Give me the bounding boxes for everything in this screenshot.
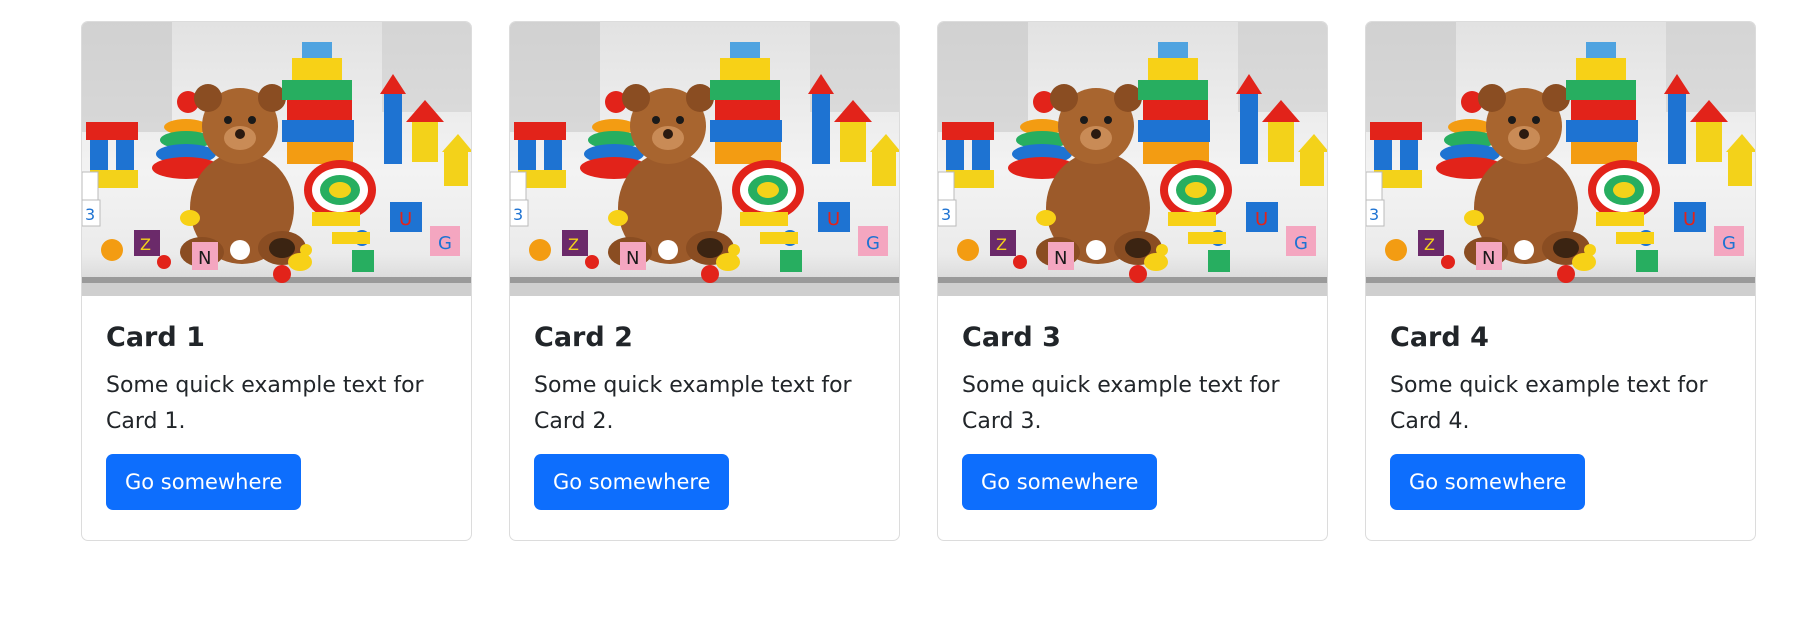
card-body: Card 4 Some quick example text for Card …	[1366, 296, 1755, 534]
card-body: Card 2 Some quick example text for Card …	[510, 296, 899, 534]
card-image	[938, 22, 1328, 296]
card-image	[510, 22, 900, 296]
card-body: Card 3 Some quick example text for Card …	[938, 296, 1327, 534]
go-somewhere-button[interactable]: Go somewhere	[534, 453, 730, 510]
go-somewhere-button[interactable]: Go somewhere	[106, 453, 302, 510]
go-somewhere-button[interactable]: Go somewhere	[962, 453, 1158, 510]
card-body: Card 1 Some quick example text for Card …	[82, 296, 471, 534]
card-title: Card 2	[534, 322, 633, 353]
card-image	[82, 22, 472, 296]
card-title: Card 3	[962, 322, 1061, 353]
card-image	[1366, 22, 1756, 296]
card: Card 3 Some quick example text for Card …	[937, 21, 1328, 541]
card: Card 2 Some quick example text for Card …	[509, 21, 900, 541]
card-text: Some quick example text for Card 4.	[1390, 373, 1708, 434]
card-text: Some quick example text for Card 3.	[962, 373, 1280, 434]
card-text: Some quick example text for Card 2.	[534, 373, 852, 434]
card: Card 1 Some quick example text for Card …	[81, 21, 472, 541]
card: Card 4 Some quick example text for Card …	[1365, 21, 1756, 541]
go-somewhere-button[interactable]: Go somewhere	[1390, 453, 1586, 510]
card-title: Card 1	[106, 322, 205, 353]
card-list: Card 1 Some quick example text for Card …	[81, 21, 1756, 541]
card-title: Card 4	[1390, 322, 1489, 353]
card-text: Some quick example text for Card 1.	[106, 373, 424, 434]
